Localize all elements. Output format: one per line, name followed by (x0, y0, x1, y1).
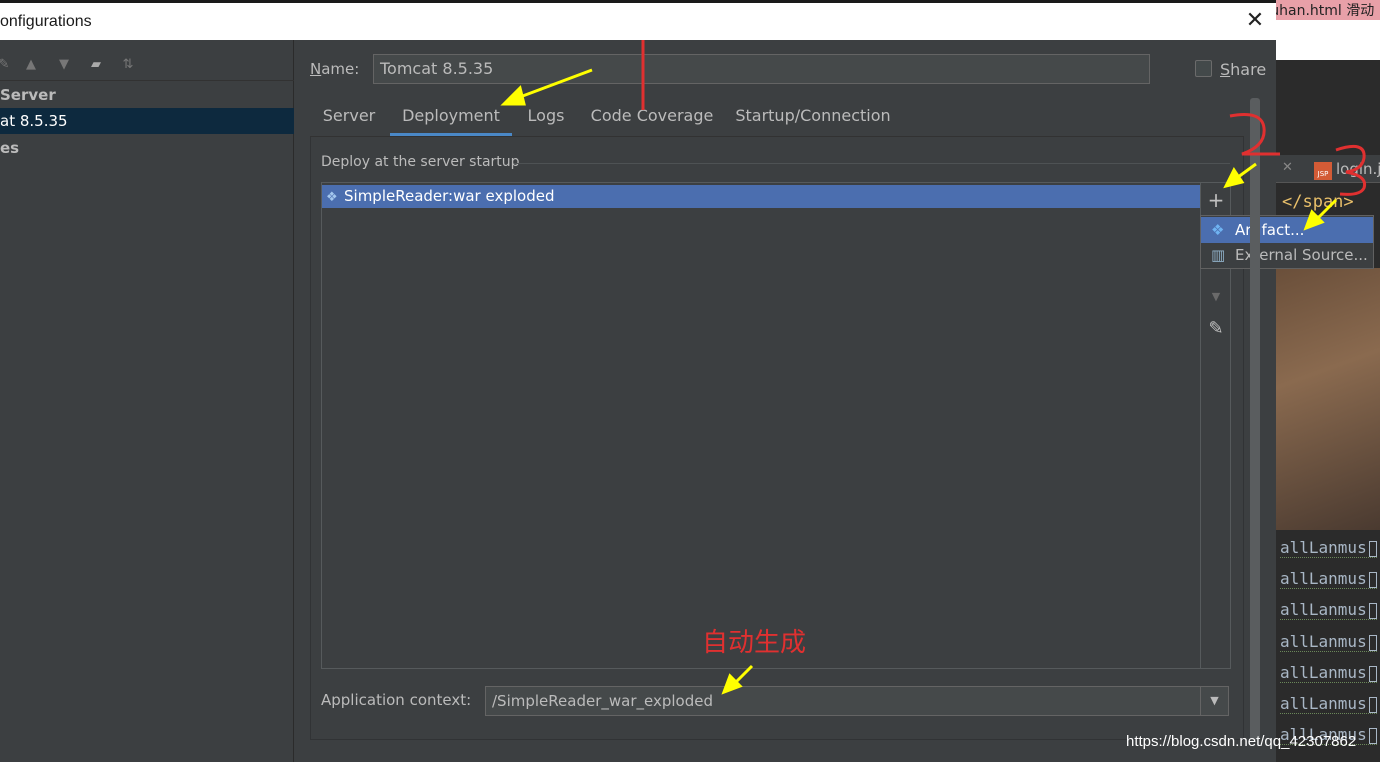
configurations-tree-pane: ✎ ▲ ▼ ▰ ⇅ Server at 8.5.35 es (0, 40, 294, 762)
share-checkbox[interactable] (1195, 60, 1212, 77)
list-item-label: SimpleReader:war exploded (344, 187, 555, 205)
application-context-combobox[interactable]: /SimpleReader_war_exploded ▼ (485, 686, 1229, 716)
arrow-down-icon[interactable]: ▼ (54, 52, 74, 78)
share-label[interactable]: Share (1220, 60, 1266, 79)
menu-item-artifact-label: Artifact... (1235, 221, 1305, 239)
background-code-tag: </span> (1282, 192, 1354, 212)
arrow-up-icon[interactable]: ▲ (21, 52, 41, 78)
jsp-file-icon: JSP (1314, 162, 1332, 180)
tab-code-coverage[interactable]: Code Coverage (582, 96, 722, 136)
name-label: Name: (310, 60, 360, 78)
background-editor: ✕ JSP login.j </span> allLanmus allLanmu… (1276, 60, 1380, 762)
move-down-icon[interactable]: ▼ (1204, 285, 1228, 309)
artifact-icon: ❖ (326, 190, 338, 205)
add-icon[interactable]: + (1204, 188, 1228, 212)
deploy-group-label: Deploy at the server startup (321, 154, 520, 170)
code-line: allLanmus (1280, 694, 1377, 714)
list-item-simplereader-war-exploded[interactable]: ❖ SimpleReader:war exploded (322, 185, 1200, 208)
tab-server[interactable]: Server (310, 96, 388, 136)
application-context-value: /SimpleReader_war_exploded (492, 692, 713, 710)
sort-icon[interactable]: ⇅ (118, 52, 138, 78)
menu-item-external-source[interactable]: ▥ External Source... (1201, 242, 1373, 268)
background-image (1276, 268, 1380, 530)
edit-icon[interactable]: ✎ (1204, 317, 1228, 341)
code-line: allLanmus (1280, 663, 1377, 683)
external-source-icon: ▥ (1211, 246, 1226, 264)
run-configurations-dialog: onfigurations ✕ ✎ ▲ ▼ ▰ ⇅ Server at 8.5.… (0, 0, 1374, 762)
tree-toolbar-divider (0, 80, 294, 81)
menu-item-artifact[interactable]: ❖ Artifact... (1201, 217, 1373, 243)
background-white-area (1276, 20, 1380, 60)
chevron-down-icon[interactable]: ▼ (1200, 687, 1228, 715)
name-input[interactable]: Tomcat 8.5.35 (373, 54, 1150, 84)
artifact-icon: ❖ (1211, 221, 1225, 239)
dialog-scrollbar[interactable] (1250, 98, 1260, 740)
application-context-label: Application context: (321, 691, 472, 709)
wrench-icon[interactable]: ✎ (0, 52, 14, 78)
deploy-artifacts-list[interactable]: ❖ SimpleReader:war exploded (321, 182, 1201, 669)
background-tab-close-icon: ✕ (1282, 160, 1293, 175)
watermark-text: https://blog.csdn.net/qq_42307862 (1126, 733, 1357, 750)
code-line: allLanmus (1280, 632, 1377, 652)
background-browser-tab-text: vuhan.html 滑动 (1262, 3, 1375, 18)
add-artifact-popup-menu: ❖ Artifact... ▥ External Source... (1200, 215, 1374, 269)
new-folder-icon[interactable]: ▰ (86, 52, 106, 78)
tab-startup-connection[interactable]: Startup/Connection (728, 96, 898, 136)
tree-item-server-group[interactable]: Server (0, 82, 294, 108)
background-editor-tab-label: login.j (1336, 160, 1380, 178)
code-line: allLanmus (1280, 538, 1377, 558)
annotation-auto-generated-text: 自动生成 (702, 628, 807, 658)
tree-item-templates[interactable]: es (0, 135, 294, 161)
code-line: allLanmus (1280, 569, 1377, 589)
tab-logs[interactable]: Logs (516, 96, 576, 136)
tree-item-tomcat[interactable]: at 8.5.35 (0, 108, 294, 134)
deploy-group-divider (514, 163, 1230, 164)
tab-deployment[interactable]: Deployment (390, 96, 512, 136)
dialog-titlebar: onfigurations ✕ (0, 0, 1276, 40)
dialog-title: onfigurations (0, 13, 92, 30)
code-line: allLanmus (1280, 600, 1377, 620)
close-icon[interactable]: ✕ (1244, 10, 1266, 32)
